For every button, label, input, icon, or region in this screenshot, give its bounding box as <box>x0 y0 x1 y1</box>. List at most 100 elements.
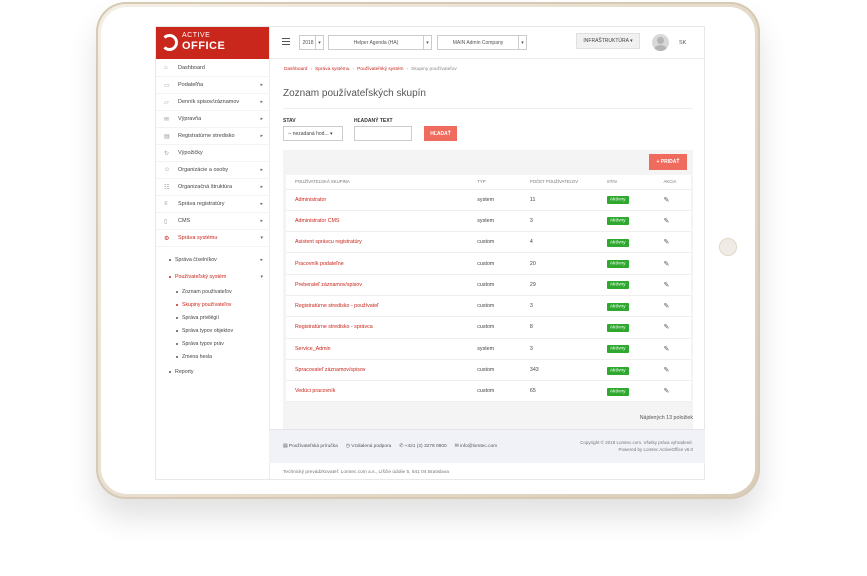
group-name-link[interactable]: Pracovník podateľne <box>286 252 469 275</box>
footer-link-email[interactable]: ✉ info@lomtec.com <box>455 444 498 449</box>
table-row: Pracovník podateľne custom 20 Aktívny ✎ <box>286 252 691 275</box>
table-header-row: POUŽÍVATEĽSKÁ SKUPINA TYP POČET POUŽÍVAT… <box>286 175 691 190</box>
footer-links: ▤ Používateľská príručka ◷ Vzdialená pod… <box>283 444 497 449</box>
group-status-cell: Aktívny <box>597 316 655 339</box>
group-status-cell: Aktívny <box>597 274 655 296</box>
group-status-cell: Aktívny <box>597 189 655 211</box>
search-button[interactable]: HĽADAŤ <box>424 126 457 141</box>
group-status-cell: Aktívny <box>597 252 655 275</box>
edit-icon[interactable]: ✎ <box>664 197 670 204</box>
table-row: Registratúrne stredisko - používateľ cust… <box>286 295 691 318</box>
edit-icon[interactable]: ✎ <box>664 346 670 353</box>
status-badge: Aktívny <box>606 196 629 205</box>
table-row: Administrator system 11 Aktívny ✎ <box>286 189 691 211</box>
edit-icon[interactable]: ✎ <box>664 388 670 395</box>
group-user-count: 11 <box>520 189 598 211</box>
column-header-count[interactable]: POČET POUŽÍVATEĽOV <box>520 175 598 190</box>
group-name-link[interactable]: Vedúci pracovník <box>286 380 469 403</box>
group-user-count: 3 <box>520 338 598 360</box>
status-badge: Aktívny <box>606 217 629 226</box>
footer-link-label: info@lomtec.com <box>460 444 498 449</box>
group-name-link[interactable]: Service_Admin <box>286 338 469 360</box>
group-user-count: 65 <box>520 380 598 403</box>
group-action-cell: ✎ <box>654 252 691 275</box>
groups-table: POUŽÍVATEĽSKÁ SKUPINA TYP POČET POUŽÍVAT… <box>286 175 691 403</box>
status-badge: Aktívny <box>606 345 629 354</box>
tablet-home-button <box>719 238 737 256</box>
group-status-cell: Aktívny <box>597 380 655 403</box>
group-name-link[interactable]: Registratúrne stredisko - správca <box>286 316 469 339</box>
group-action-cell: ✎ <box>654 210 691 233</box>
table-row: Preberateľ záznamov/spisov custom 29 Aktívn… <box>286 274 691 296</box>
table-row: Service_Admin system 3 Aktívny ✎ <box>286 338 691 360</box>
group-action-cell: ✎ <box>654 274 691 296</box>
footer-link-label: +421 (2) 3278 0800 <box>404 444 447 449</box>
group-status-cell: Aktívny <box>597 231 655 254</box>
copyright-line-1: Copyright © 2018 Lomtec.com. Všetky práv… <box>580 440 693 445</box>
group-type: custom <box>468 231 521 254</box>
column-header-group[interactable]: POUŽÍVATEĽSKÁ SKUPINA <box>286 175 469 190</box>
edit-icon[interactable]: ✎ <box>664 218 670 225</box>
group-action-cell: ✎ <box>654 338 691 360</box>
group-type: custom <box>468 316 521 339</box>
group-name-link[interactable]: Registratúrne stredisko - používateľ <box>286 295 469 318</box>
footer-link-phone[interactable]: ✆ +421 (2) 3278 0800 <box>399 444 446 449</box>
group-action-cell: ✎ <box>654 380 691 403</box>
status-badge: Aktívny <box>606 302 629 311</box>
copyright-line-2: Powered by Lomtec ActiveOffice v6.0 <box>618 447 693 452</box>
group-status-cell: Aktívny <box>597 338 655 360</box>
table-row: Asistent správcu registratúry custom 4 Aktí… <box>286 231 691 254</box>
footer-link-support[interactable]: ◷ Vzdialená podpora <box>346 444 392 449</box>
main-content: Zoznam používateľských skupín STAV HĽADA… <box>155 26 705 480</box>
column-header-status[interactable]: STAV <box>597 175 655 190</box>
table-row: Spracovateľ záznamov/spisov custom 343 Aktí… <box>286 359 691 382</box>
table-row: Administrator CMS system 3 Aktívny ✎ <box>286 210 691 233</box>
provider-info: Technický prevádzkovateľ: Lomtec.com a.s… <box>283 470 449 475</box>
group-type: custom <box>468 252 521 275</box>
group-user-count: 3 <box>520 210 598 233</box>
group-name-link[interactable]: Preberateľ záznamov/spisov <box>286 274 469 296</box>
status-select[interactable]: -- nezadaná hod... ▾ <box>283 126 343 141</box>
edit-icon[interactable]: ✎ <box>664 282 670 289</box>
footer-link-label: Vzdialená podpora <box>351 444 392 449</box>
edit-icon[interactable]: ✎ <box>664 367 670 374</box>
add-group-button[interactable]: + PRIDAŤ <box>649 154 687 170</box>
edit-icon[interactable]: ✎ <box>664 303 670 310</box>
status-badge: Aktívny <box>606 323 629 332</box>
group-user-count: 4 <box>520 231 598 254</box>
group-type: system <box>468 210 521 233</box>
filter-stav-label: STAV <box>283 118 296 124</box>
group-type: custom <box>468 359 521 382</box>
edit-icon[interactable]: ✎ <box>664 261 670 268</box>
group-user-count: 8 <box>520 316 598 339</box>
group-action-cell: ✎ <box>654 316 691 339</box>
status-badge: Aktívny <box>606 260 629 269</box>
group-status-cell: Aktívny <box>597 210 655 233</box>
footer-link-manual[interactable]: ▤ Používateľská príručka <box>283 444 338 449</box>
group-name-link[interactable]: Spracovateľ záznamov/spisov <box>286 359 469 382</box>
group-user-count: 3 <box>520 295 598 318</box>
group-action-cell: ✎ <box>654 231 691 254</box>
table-row: Vedúci pracovník custom 65 Aktívny ✎ <box>286 380 691 403</box>
group-type: custom <box>468 274 521 296</box>
column-header-type[interactable]: TYP <box>468 175 521 190</box>
filter-text-label: HĽADANÝ TEXT <box>354 118 393 124</box>
status-badge: Aktívny <box>606 281 629 290</box>
group-action-cell: ✎ <box>654 189 691 211</box>
search-input[interactable] <box>354 126 412 141</box>
page-title: Zoznam používateľských skupín <box>283 88 426 99</box>
status-badge: Aktívny <box>606 366 629 375</box>
edit-icon[interactable]: ✎ <box>664 239 670 246</box>
footer-link-label: Používateľská príručka <box>288 444 338 449</box>
group-name-link[interactable]: Administrator CMS <box>286 210 469 233</box>
group-name-link[interactable]: Asistent správcu registratúry <box>286 231 469 254</box>
group-action-cell: ✎ <box>654 295 691 318</box>
group-name-link[interactable]: Administrator <box>286 189 469 211</box>
footer: ▤ Používateľská príručka ◷ Vzdialená pod… <box>269 429 705 463</box>
group-type: custom <box>468 380 521 403</box>
group-status-cell: Aktívny <box>597 295 655 318</box>
group-type: system <box>468 189 521 211</box>
group-user-count: 29 <box>520 274 598 296</box>
edit-icon[interactable]: ✎ <box>664 324 670 331</box>
title-divider <box>283 108 693 109</box>
